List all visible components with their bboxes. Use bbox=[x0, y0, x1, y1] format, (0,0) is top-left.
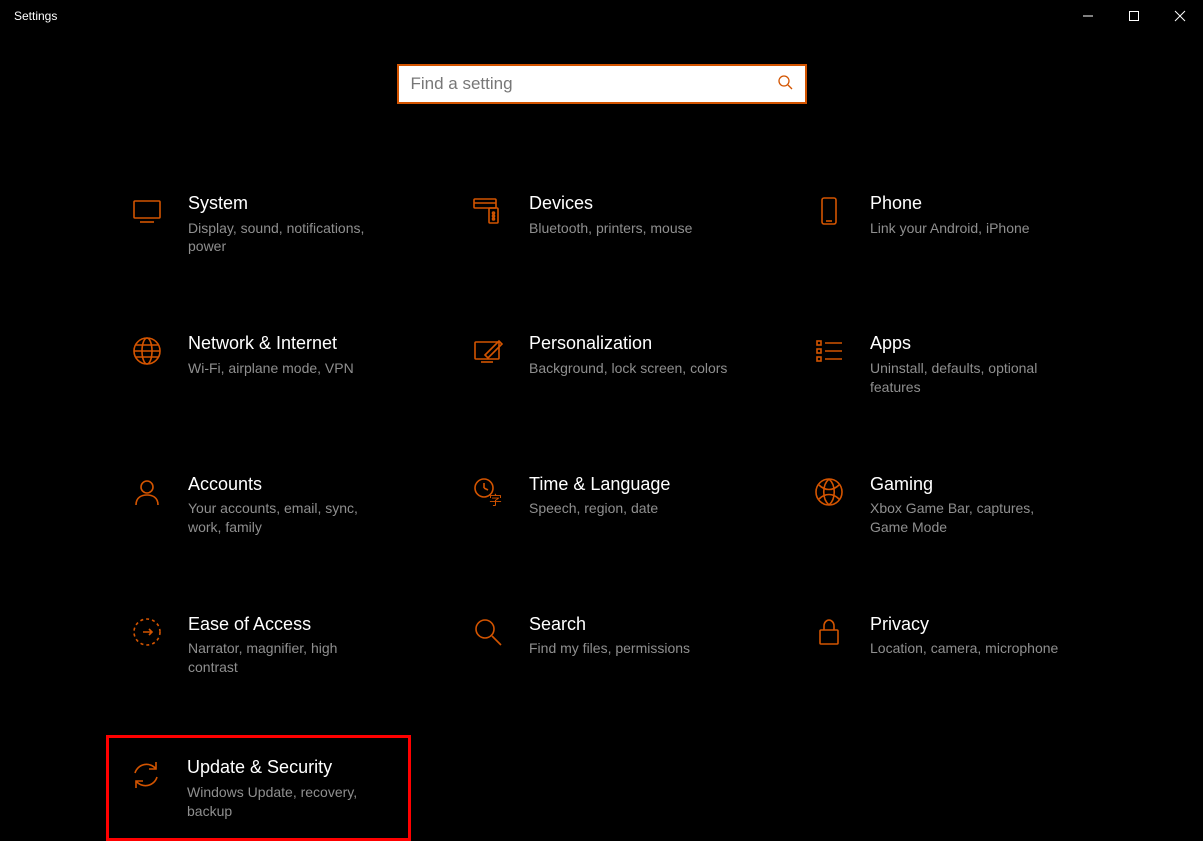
titlebar: Settings bbox=[0, 0, 1203, 32]
svg-text:字: 字 bbox=[489, 493, 502, 508]
tile-ease-of-access[interactable]: Ease of Access Narrator, magnifier, high… bbox=[110, 605, 411, 685]
minimize-button[interactable] bbox=[1065, 0, 1111, 32]
tile-network[interactable]: Network & Internet Wi-Fi, airplane mode,… bbox=[110, 324, 411, 404]
tile-desc: Bluetooth, printers, mouse bbox=[529, 219, 692, 238]
tile-title: System bbox=[188, 192, 388, 215]
tile-title: Privacy bbox=[870, 613, 1058, 636]
search-container bbox=[0, 64, 1203, 104]
tile-desc: Xbox Game Bar, captures, Game Mode bbox=[870, 499, 1070, 537]
tile-desc: Narrator, magnifier, high contrast bbox=[188, 639, 388, 677]
close-button[interactable] bbox=[1157, 0, 1203, 32]
tile-title: Time & Language bbox=[529, 473, 670, 496]
tile-desc: Windows Update, recovery, backup bbox=[187, 783, 387, 821]
tile-title: Ease of Access bbox=[188, 613, 388, 636]
tile-accounts[interactable]: Accounts Your accounts, email, sync, wor… bbox=[110, 465, 411, 545]
tile-title: Gaming bbox=[870, 473, 1070, 496]
tile-update-security[interactable]: Update & Security Windows Update, recove… bbox=[106, 735, 411, 841]
lock-icon bbox=[806, 615, 852, 649]
minimize-icon bbox=[1082, 10, 1094, 22]
tile-system[interactable]: System Display, sound, notifications, po… bbox=[110, 184, 411, 264]
tile-phone[interactable]: Phone Link your Android, iPhone bbox=[792, 184, 1093, 264]
tile-desc: Uninstall, defaults, optional features bbox=[870, 359, 1070, 397]
search-icon bbox=[777, 74, 793, 95]
tile-desc: Find my files, permissions bbox=[529, 639, 690, 658]
window-controls bbox=[1065, 0, 1203, 32]
tile-title: Accounts bbox=[188, 473, 388, 496]
globe-icon bbox=[124, 334, 170, 368]
tile-search[interactable]: Search Find my files, permissions bbox=[451, 605, 752, 685]
ease-of-access-icon bbox=[124, 615, 170, 649]
maximize-icon bbox=[1128, 10, 1140, 22]
tile-title: Personalization bbox=[529, 332, 727, 355]
apps-icon bbox=[806, 334, 852, 368]
tile-desc: Wi-Fi, airplane mode, VPN bbox=[188, 359, 354, 378]
tile-personalization[interactable]: Personalization Background, lock screen,… bbox=[451, 324, 752, 404]
tile-desc: Link your Android, iPhone bbox=[870, 219, 1030, 238]
search-input[interactable] bbox=[411, 74, 777, 94]
personalization-icon bbox=[465, 334, 511, 368]
search-box[interactable] bbox=[397, 64, 807, 104]
system-icon bbox=[124, 194, 170, 228]
window-title: Settings bbox=[14, 9, 1065, 23]
update-icon bbox=[123, 758, 169, 792]
tile-title: Phone bbox=[870, 192, 1030, 215]
tile-title: Update & Security bbox=[187, 756, 387, 779]
tile-privacy[interactable]: Privacy Location, camera, microphone bbox=[792, 605, 1093, 685]
tile-desc: Speech, region, date bbox=[529, 499, 670, 518]
tile-desc: Background, lock screen, colors bbox=[529, 359, 727, 378]
maximize-button[interactable] bbox=[1111, 0, 1157, 32]
tile-devices[interactable]: Devices Bluetooth, printers, mouse bbox=[451, 184, 752, 264]
tile-title: Devices bbox=[529, 192, 692, 215]
tile-title: Apps bbox=[870, 332, 1070, 355]
tile-title: Search bbox=[529, 613, 690, 636]
tile-desc: Location, camera, microphone bbox=[870, 639, 1058, 658]
tile-desc: Display, sound, notifications, power bbox=[188, 219, 388, 257]
accounts-icon bbox=[124, 475, 170, 509]
tile-gaming[interactable]: Gaming Xbox Game Bar, captures, Game Mod… bbox=[792, 465, 1093, 545]
tile-time-language[interactable]: 字 Time & Language Speech, region, date bbox=[451, 465, 752, 545]
tile-title: Network & Internet bbox=[188, 332, 354, 355]
search-category-icon bbox=[465, 615, 511, 649]
devices-icon bbox=[465, 194, 511, 228]
tile-apps[interactable]: Apps Uninstall, defaults, optional featu… bbox=[792, 324, 1093, 404]
phone-icon bbox=[806, 194, 852, 228]
tile-desc: Your accounts, email, sync, work, family bbox=[188, 499, 388, 537]
settings-grid: System Display, sound, notifications, po… bbox=[110, 184, 1093, 841]
gaming-icon bbox=[806, 475, 852, 509]
close-icon bbox=[1174, 10, 1186, 22]
time-language-icon: 字 bbox=[465, 475, 511, 509]
